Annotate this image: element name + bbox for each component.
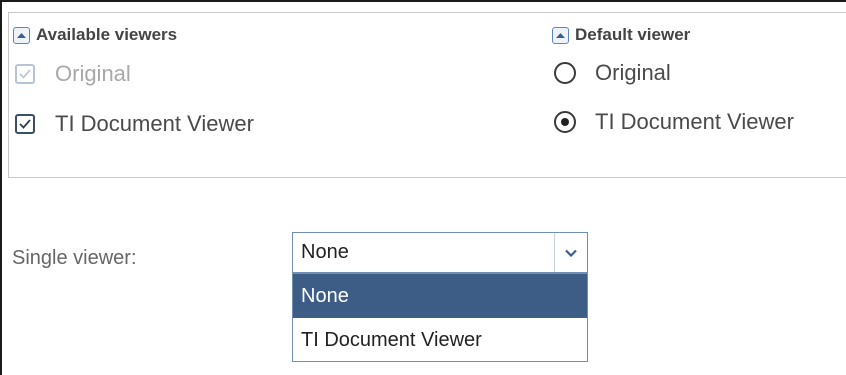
chevron-down-icon (565, 249, 577, 257)
collapse-default-viewer-button[interactable] (552, 26, 569, 44)
available-ti-document-viewer-label: TI Document Viewer (55, 111, 254, 136)
single-viewer-select[interactable]: None (292, 232, 588, 273)
viewers-panel: Available viewers Original TI Document V… (8, 12, 846, 178)
available-viewers-title: Available viewers (36, 25, 178, 44)
dropdown-toggle-button[interactable] (554, 233, 587, 272)
original-checkbox (15, 64, 35, 84)
default-viewer-header: Default viewer (552, 25, 690, 45)
default-ti-document-viewer-label: TI Document Viewer (595, 109, 794, 134)
default-option-original[interactable]: Original (554, 60, 671, 86)
collapse-available-viewers-button[interactable] (13, 26, 30, 44)
default-viewer-title: Default viewer (575, 25, 691, 44)
chevron-up-icon (17, 33, 26, 38)
radio-selected-dot (561, 118, 569, 126)
dropdown-option-ti-document-viewer[interactable]: TI Document Viewer (293, 318, 587, 362)
single-viewer-selected-value: None (301, 241, 349, 263)
available-option-ti-document-viewer[interactable]: TI Document Viewer (15, 111, 254, 137)
default-original-label: Original (595, 60, 671, 85)
default-option-ti-document-viewer[interactable]: TI Document Viewer (554, 109, 794, 135)
ti-document-viewer-checkbox[interactable] (15, 114, 35, 134)
checkmark-icon (19, 119, 31, 129)
original-radio[interactable] (554, 62, 576, 84)
dropdown-option-none[interactable]: None (293, 274, 587, 318)
checkmark-icon (19, 69, 31, 79)
single-viewer-dropdown-list: None TI Document Viewer (292, 273, 588, 362)
available-viewers-header: Available viewers (13, 25, 177, 45)
single-viewer-label: Single viewer: (12, 247, 137, 269)
available-original-label: Original (55, 61, 131, 86)
available-option-original: Original (15, 61, 131, 87)
chevron-up-icon (556, 33, 565, 38)
ti-document-viewer-radio[interactable] (554, 111, 576, 133)
